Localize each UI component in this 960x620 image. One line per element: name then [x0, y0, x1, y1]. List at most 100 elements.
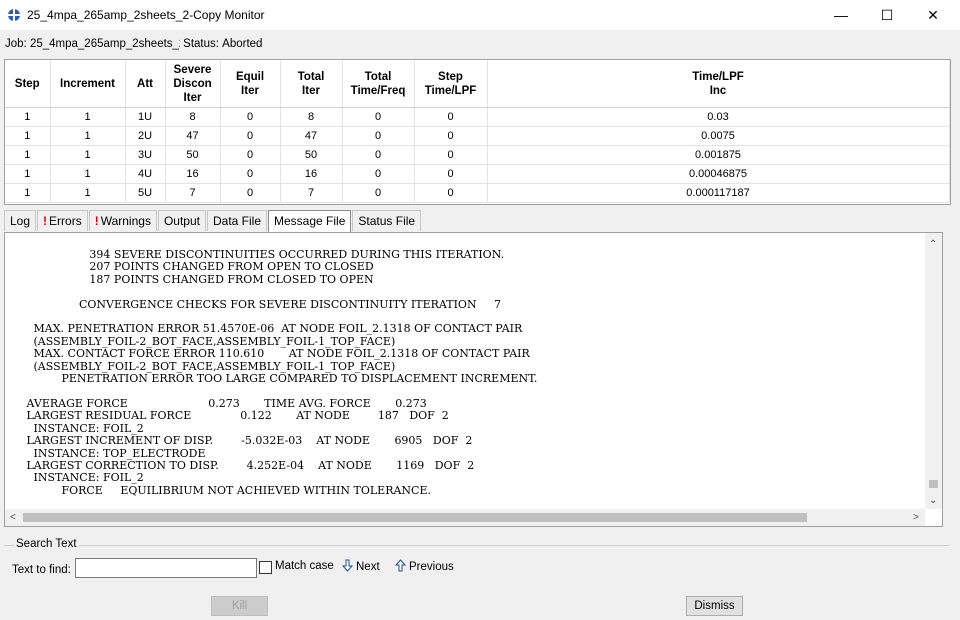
message-line: INSTANCE: FOIL_2 [23, 471, 144, 485]
message-file-panel[interactable]: 394 SEVERE DISCONTINUITIES OCCURRED DURI… [4, 232, 943, 527]
tab-warnings[interactable]: ! Warnings [88, 210, 157, 231]
kill-button[interactable]: Kill [211, 596, 268, 616]
message-line: CONVERGENCE CHECKS FOR SEVERE DISCONTINU… [23, 297, 502, 311]
close-button[interactable]: ✕ [910, 0, 956, 30]
message-line: 394 SEVERE DISCONTINUITIES OCCURRED DURI… [23, 248, 505, 261]
vertical-scroll-thumb[interactable] [929, 480, 938, 488]
previous-label: Previous [409, 561, 454, 573]
table-cell: 1 [50, 145, 126, 165]
tab-message-file[interactable]: Message File [268, 210, 352, 233]
column-header[interactable]: Step Time/LPF [414, 60, 488, 108]
arrow-down-icon [341, 559, 354, 572]
table-cell: 0 [342, 183, 415, 203]
table-row[interactable]: 1 1 3U 50 0 50 0 0 0.001875 [5, 145, 950, 165]
scroll-right-icon[interactable]: > [913, 512, 919, 523]
table-cell: 0 [414, 126, 488, 146]
previous-button[interactable]: Previous [394, 559, 454, 573]
table-cell: 1 [50, 164, 126, 184]
match-case-label[interactable]: Match case [275, 560, 334, 572]
horizontal-scroll-thumb[interactable] [23, 513, 807, 522]
message-line: (ASSEMBLY_FOIL-2_BOT_FACE,ASSEMBLY_FOIL-… [23, 334, 396, 348]
tab-label: Data File [212, 214, 262, 228]
tab-strip: Log! Errors! Warnings Output Data File Messag… [4, 210, 422, 233]
column-header-text: Inc [709, 84, 727, 97]
column-header-text: Increment [60, 77, 115, 90]
column-header-text: Step [438, 70, 463, 83]
alert-icon: ! [94, 214, 99, 228]
column-header[interactable]: Total Time/Freq [342, 60, 415, 108]
maximize-button[interactable]: ☐ [864, 0, 910, 30]
table-row[interactable]: 1 1 5U 7 0 7 0 0 0.000117187 [5, 183, 950, 203]
next-button[interactable]: Next [341, 559, 380, 573]
table-cell: 1 [50, 126, 126, 146]
column-header-text: Time/LPF [692, 70, 744, 83]
abaqus-app-icon [8, 9, 20, 21]
table-cell: 2U [125, 126, 166, 146]
find-label: Text to find: [12, 564, 71, 576]
tab-status-file[interactable]: Status File [352, 210, 422, 231]
message-line: MAX. PENETRATION ERROR 51.4570E-06 AT NO… [23, 322, 523, 336]
table-cell: 0 [414, 183, 488, 203]
table-row[interactable]: 1 1 2U 47 0 47 0 0 0.0075 [5, 126, 950, 146]
tab-log[interactable]: Log [4, 210, 37, 231]
column-header[interactable]: Time/LPF Inc [487, 60, 950, 108]
tab-label: Message File [274, 214, 346, 228]
table-cell: 0 [220, 164, 281, 184]
table-cell: 16 [280, 164, 343, 184]
scroll-up-icon[interactable]: ⌃ [929, 239, 937, 250]
column-header-text: Time/Freq [350, 84, 406, 97]
table-cell: 47 [280, 126, 343, 146]
table-cell: 0.00046875 [487, 164, 950, 184]
column-header[interactable]: Severe Discon Iter [165, 60, 221, 108]
dismiss-button[interactable]: Dismiss [686, 596, 743, 616]
table-row[interactable]: 1 1 4U 16 0 16 0 0 0.00046875 [5, 164, 950, 184]
horizontal-scrollbar[interactable]: < > [5, 509, 925, 526]
status-value: Aborted [222, 38, 263, 50]
tab-output[interactable]: Output [157, 210, 206, 231]
table-cell: 7 [165, 183, 221, 203]
table-cell: 50 [280, 145, 343, 165]
table-cell: 3U [125, 145, 166, 165]
table-cell: 0.001875 [487, 145, 950, 165]
vertical-scrollbar[interactable]: ⌃ ⌄ [925, 233, 942, 509]
tab-errors[interactable]: ! Errors [37, 210, 88, 231]
find-input[interactable] [75, 558, 257, 578]
tab-label: Log [10, 214, 31, 228]
table-cell: 0 [220, 107, 281, 127]
table-cell: 7 [280, 183, 343, 203]
iteration-table[interactable]: Step Increment Att Severe Discon Iter Equil Ite… [4, 59, 951, 205]
table-cell: 0 [342, 145, 415, 165]
tab-label: Output [163, 214, 200, 228]
match-case-checkbox[interactable] [259, 561, 272, 574]
scroll-left-icon[interactable]: < [10, 512, 16, 523]
tab-data-file[interactable]: Data File [206, 210, 268, 231]
table-cell: 0.000117187 [487, 183, 950, 203]
table-header-row: Step Increment Att Severe Discon Iter Equil Ite… [5, 60, 950, 108]
search-text-group: Search Text Text to find: Match case Nex… [4, 538, 949, 586]
message-line: MAX. CONTACT FORCE ERROR 110.610 AT NODE… [23, 347, 530, 361]
minimize-button[interactable]: — [818, 0, 864, 30]
scroll-down-icon[interactable]: ⌄ [929, 495, 937, 506]
column-header[interactable]: Total Iter [280, 60, 343, 108]
table-cell: 0.0075 [487, 126, 950, 146]
column-header[interactable]: Step [5, 60, 51, 108]
column-header[interactable]: Increment [50, 60, 126, 108]
message-line: 207 POINTS CHANGED FROM OPEN TO CLOSED [23, 260, 374, 274]
table-cell: 0 [220, 145, 281, 165]
table-row[interactable]: 1 1 1U 8 0 8 0 0 0.03 [5, 107, 950, 127]
column-header-text: Discon [173, 77, 212, 90]
table-cell: 0 [220, 126, 281, 146]
tab-label: Errors [49, 214, 82, 228]
title-bar: 25_4mpa_265amp_2sheets_2-Copy Monitor — … [0, 0, 960, 30]
table-cell: 0 [414, 107, 488, 127]
table-cell: 4U [125, 164, 166, 184]
message-file-text: 394 SEVERE DISCONTINUITIES OCCURRED DURI… [23, 248, 538, 497]
table-cell: 0 [342, 164, 415, 184]
column-header[interactable]: Att [125, 60, 166, 108]
message-line: PENETRATION ERROR TOO LARGE COMPARED TO … [23, 372, 538, 386]
status-label: Status: [183, 38, 219, 50]
table-cell: 47 [165, 126, 221, 146]
message-line: LARGEST RESIDUAL FORCE 0.122 AT NODE 187… [23, 409, 449, 423]
column-header[interactable]: Equil Iter [220, 60, 281, 108]
column-header-text: Equil [235, 70, 265, 83]
